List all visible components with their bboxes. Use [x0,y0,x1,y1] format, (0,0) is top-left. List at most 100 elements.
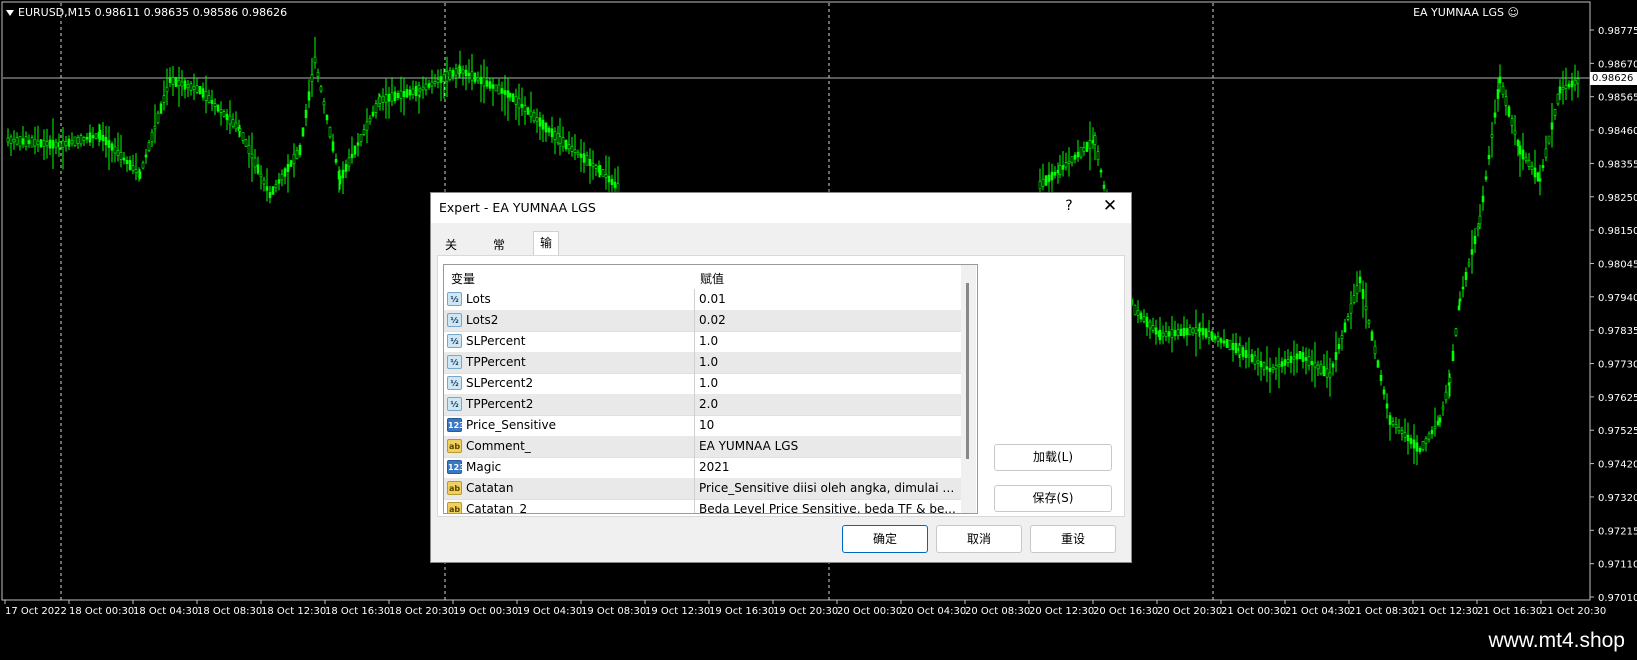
candle-body [219,109,223,113]
candle-body [1496,89,1500,99]
candle-body [436,78,440,84]
param-value[interactable]: 1.0 [694,352,959,373]
candle-body [304,109,308,119]
candle-body [1388,415,1392,425]
param-name: Lots [466,292,491,306]
price-tick-label: 0.98775 [1598,26,1637,37]
double-type-icon: ½ [447,313,462,327]
param-row[interactable]: ½ Lots2 0.02 [444,310,961,332]
param-row[interactable]: ½ TPPercent 1.0 [444,352,961,374]
price-tick-label: 0.97940 [1598,293,1637,304]
candle-body [259,173,263,178]
param-row[interactable]: ½ TPPercent2 2.0 [444,394,961,416]
candle-body [213,103,217,107]
ea-name-label[interactable]: EA YUMNAA LGS ☺ [1413,6,1519,19]
param-value[interactable]: 1.0 [694,373,959,394]
param-value[interactable]: 2.0 [694,394,959,415]
time-tick-label: 18 Oct 04:30 [133,606,198,617]
candle-body [1493,112,1497,118]
candle-body [1403,432,1407,438]
candle-body [180,81,184,87]
candle-body [1484,176,1488,180]
param-row[interactable]: 123 Magic 2021 [444,457,961,479]
param-row[interactable]: 123 Price_Sensitive 10 [444,415,961,437]
param-value[interactable]: Beda Level Price Sensitive, beda TF & be… [694,499,959,513]
candle-body [1256,360,1260,364]
candle-body [1216,336,1220,342]
candle-body [1056,169,1060,174]
candle-body [1521,149,1525,160]
price-tick-label: 0.98460 [1598,126,1637,137]
candle-body [526,107,530,115]
scrollbar-thumb[interactable] [966,283,969,459]
time-tick-label: 21 Oct 12:30 [1413,606,1478,617]
candle-body [547,127,551,133]
candle-body [500,88,504,94]
param-value[interactable]: Price_Sensitive diisi oleh angka, dimula… [694,478,959,499]
price-tick-label: 0.97110 [1598,560,1637,571]
candle-body [1198,328,1202,332]
dropdown-triangle-icon[interactable] [6,10,14,16]
candle-body [277,179,281,184]
param-value[interactable]: 0.02 [694,310,959,331]
param-row[interactable]: ab Catatan Price_Sensitive diisi oleh angk… [444,478,961,500]
param-value[interactable]: EA YUMNAA LGS [694,436,959,457]
candle-body [1085,141,1089,152]
help-icon[interactable]: ? [1059,198,1079,214]
param-row[interactable]: ab Comment_ EA YUMNAA LGS [444,436,961,458]
candle-body [1238,345,1242,355]
param-name: Lots2 [466,313,499,327]
time-tick-label: 18 Oct 20:30 [389,606,454,617]
param-row[interactable]: ½ SLPercent 1.0 [444,331,961,353]
reset-button[interactable]: 重设 [1030,525,1116,553]
tab-inputs[interactable]: 输入参数 [533,231,560,316]
candle-body [494,84,498,92]
time-tick-label: 19 Oct 20:30 [773,606,838,617]
candle-body [15,137,19,145]
ok-button[interactable]: 确定 [842,525,928,553]
candle-body [1204,328,1208,338]
save-button[interactable]: 保存(S) [994,485,1112,512]
time-tick-label: 21 Oct 08:30 [1349,606,1414,617]
tab-common[interactable]: 常用 [487,235,511,272]
param-value[interactable]: 0.01 [694,289,959,310]
string-type-icon: ab [447,502,462,513]
candle-body [1201,327,1205,336]
candle-body [1179,328,1183,337]
candle-body [1441,406,1445,410]
candle-body [265,186,269,191]
candle-body [1161,332,1165,337]
param-value[interactable]: 2021 [694,457,959,478]
candle-body [201,88,205,98]
param-row[interactable]: ½ Lots 0.01 [444,289,961,311]
cancel-button[interactable]: 取消 [936,525,1022,553]
load-button[interactable]: 加载(L) [994,444,1112,471]
candle-body [70,140,74,144]
candle-body [98,130,102,140]
candle-body [1064,162,1068,168]
candle-body [470,71,474,81]
candle-body [520,103,524,108]
candle-body [1244,350,1248,358]
param-row[interactable]: ab Catatan_2 Beda Level Price Sensitive, b… [444,499,961,513]
candle-body [544,122,548,133]
vertical-scrollbar[interactable] [961,265,976,513]
candle-body [523,105,527,112]
candle-body [564,139,568,150]
column-variable[interactable]: 变量 [451,270,475,287]
candle-body [1191,328,1195,334]
param-row[interactable]: ½ SLPercent2 1.0 [444,373,961,395]
candle-body [1406,434,1410,442]
candle-body [344,164,348,172]
column-value[interactable]: 赋值 [700,270,724,287]
candle-body [156,112,160,124]
candle-body [110,143,114,151]
current-price-tag: 0.98626 [1590,72,1637,85]
price-tick-label: 0.98250 [1598,193,1637,204]
candle-body [1409,438,1413,444]
param-value[interactable]: 1.0 [694,331,959,352]
close-icon[interactable]: ✕ [1099,196,1121,216]
candle-body [319,86,323,92]
tab-about[interactable]: 关于 [439,235,463,272]
param-value[interactable]: 10 [694,415,959,436]
